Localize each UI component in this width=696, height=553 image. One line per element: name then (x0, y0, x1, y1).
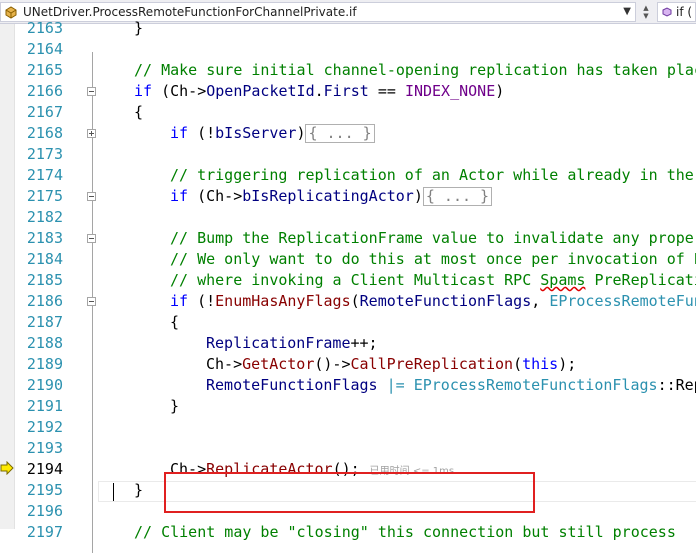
code-line: RemoteFunctionFlags |= EProcessRemoteFun… (206, 376, 696, 394)
collapsed-region[interactable]: { ... } (305, 124, 375, 143)
line-number: 2167 (26, 103, 63, 121)
line-number: 2184 (26, 250, 63, 268)
chevron-down-icon[interactable]: ▼ (623, 6, 631, 17)
line-number: 2191 (26, 397, 63, 415)
line-number: 2174 (26, 166, 63, 184)
scope-dropdown-text: UNetDriver.ProcessRemoteFunctionForChann… (23, 5, 357, 19)
line-number: 2164 (26, 40, 63, 58)
code-line: } (134, 481, 144, 499)
collapse-toggle[interactable] (87, 87, 96, 96)
collapsed-region[interactable]: { ... } (422, 187, 493, 206)
line-number: 2175 (26, 187, 63, 205)
chevron-up-icon[interactable]: ▲ (643, 4, 648, 12)
line-number: 2196 (26, 502, 63, 520)
line-number: 2197 (26, 523, 63, 541)
collapse-toggle[interactable] (87, 192, 96, 201)
code-line: ReplicationFrame++; (206, 334, 378, 352)
spelling-error[interactable]: Spams (540, 271, 585, 289)
code-line: if (Ch->bIsReplicatingActor){ ... } (170, 186, 493, 207)
code-line: // where invoking a Client Multicast RPC… (170, 271, 696, 289)
line-number: 2187 (26, 313, 63, 331)
code-line: // We only want to do this at most once … (170, 250, 696, 268)
text-caret (113, 483, 114, 501)
execution-pointer-icon (0, 461, 14, 475)
code-line: { (134, 103, 144, 121)
expand-toggle[interactable] (87, 129, 96, 138)
code-line: // Make sure initial channel-opening rep… (134, 61, 696, 79)
code-line: if (!EnumHasAnyFlags(RemoteFunctionFlags… (170, 292, 696, 310)
glyph-margin[interactable] (0, 24, 15, 529)
line-number: 2168 (26, 124, 63, 142)
method-icon (662, 7, 672, 17)
collapse-toggle[interactable] (87, 297, 96, 306)
line-number: 2173 (26, 145, 63, 163)
code-line: { (170, 313, 180, 331)
code-line: Ch->GetActor()->CallPreReplication(this)… (206, 355, 577, 373)
line-number: 2195 (26, 481, 63, 499)
line-number: 2183 (26, 229, 63, 247)
highlight-box (164, 472, 535, 513)
line-number: 2194 (26, 460, 63, 478)
line-number: 2186 (26, 292, 63, 310)
line-number: 2165 (26, 61, 63, 79)
member-dropdown-text: if ( (676, 5, 693, 19)
line-number: 2193 (26, 439, 63, 457)
line-number: 2182 (26, 208, 63, 226)
line-number: 2189 (26, 355, 63, 373)
code-line: // triggering replication of an Actor wh… (170, 166, 694, 184)
code-editor[interactable]: 2163 2164 2165 2166 2167 2168 2173 2174 … (15, 19, 696, 553)
line-number: 2185 (26, 271, 63, 289)
code-line: // Bump the ReplicationFrame value to in… (170, 229, 696, 247)
line-number: 2190 (26, 376, 63, 394)
code-line: // Client may be "closing" this connecti… (134, 523, 676, 541)
line-number: 2192 (26, 418, 63, 436)
collapse-toggle[interactable] (87, 234, 96, 243)
code-line: } (170, 397, 180, 415)
line-number: 2163 (26, 19, 63, 37)
code-line: if (!bIsServer){ ... } (170, 123, 375, 144)
line-number: 2188 (26, 334, 63, 352)
line-number: 2166 (26, 82, 63, 100)
code-line: if (Ch->OpenPacketId.First == INDEX_NONE… (134, 82, 505, 100)
code-line: } (134, 19, 144, 37)
